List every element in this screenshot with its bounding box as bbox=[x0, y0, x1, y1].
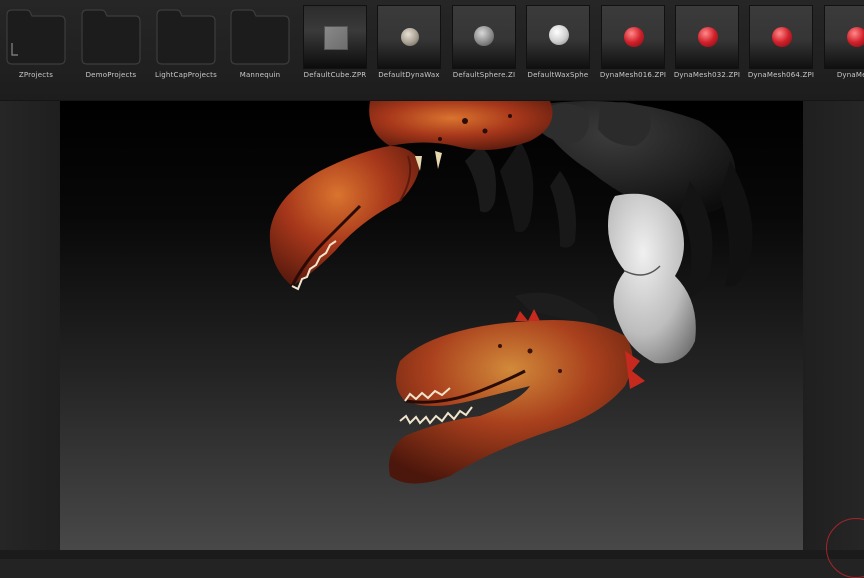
lightbox-item-label: DynaMesh064.ZPI bbox=[747, 71, 815, 79]
lightbox-item-dynamesh032[interactable]: DynaMesh032.ZPI bbox=[674, 5, 740, 85]
cube-thumbnail bbox=[303, 5, 367, 69]
folder-icon bbox=[79, 5, 143, 69]
bottom-shelf bbox=[0, 550, 864, 559]
lightbox-item-label: ZProjects bbox=[18, 71, 54, 79]
lightbox-item-demoprojects[interactable]: DemoProjects bbox=[79, 5, 143, 85]
lightbox-browser: ZProjects DemoProjects LightCapProjects … bbox=[0, 0, 864, 101]
red-sphere-thumbnail bbox=[601, 5, 665, 69]
lightbox-item-defaultdynawax[interactable]: DefaultDynaWax bbox=[377, 5, 441, 85]
sphere-thumbnail bbox=[452, 5, 516, 69]
lightbox-item-defaultsphere[interactable]: DefaultSphere.ZI bbox=[452, 5, 516, 85]
lightbox-item-lightcapprojects[interactable]: LightCapProjects bbox=[154, 5, 218, 85]
folder-icon bbox=[4, 5, 68, 69]
lobster-model bbox=[269, 101, 753, 484]
red-sphere-thumbnail bbox=[749, 5, 813, 69]
lightbox-item-label: DefaultDynaWax bbox=[378, 71, 440, 79]
lightbox-item-defaultwaxsphere[interactable]: DefaultWaxSphe bbox=[526, 5, 590, 85]
lightbox-item-dynamesh016[interactable]: DynaMesh016.ZPI bbox=[600, 5, 666, 85]
lightbox-item-label: DefaultSphere.ZI bbox=[452, 71, 516, 79]
lightbox-item-label: DynaMesh bbox=[836, 71, 864, 79]
left-tray bbox=[0, 101, 60, 559]
lightbox-item-label: DynaMesh016.ZPI bbox=[599, 71, 667, 79]
sphere-thumbnail bbox=[526, 5, 590, 69]
folder-icon bbox=[228, 5, 292, 69]
lightbox-item-dynamesh064[interactable]: DynaMesh064.ZPI bbox=[748, 5, 814, 85]
viewport-canvas[interactable] bbox=[60, 101, 803, 559]
lightbox-item-label: Mannequin bbox=[239, 71, 281, 79]
lightbox-item-label: DemoProjects bbox=[85, 71, 137, 79]
lightbox-item-defaultcube[interactable]: DefaultCube.ZPR bbox=[303, 5, 367, 85]
lightbox-item-label: DynaMesh032.ZPI bbox=[673, 71, 741, 79]
red-sphere-thumbnail bbox=[675, 5, 739, 69]
red-sphere-thumbnail bbox=[824, 5, 864, 69]
folder-icon bbox=[154, 5, 218, 69]
lightbox-item-dynamesh[interactable]: DynaMesh bbox=[824, 5, 864, 85]
lightbox-item-zprojects[interactable]: ZProjects bbox=[4, 5, 68, 85]
lightbox-item-label: DefaultWaxSphe bbox=[527, 71, 589, 79]
right-tray bbox=[803, 101, 864, 559]
lightbox-item-label: LightCapProjects bbox=[155, 71, 217, 79]
lightbox-item-label: DefaultCube.ZPR bbox=[303, 71, 367, 79]
lightbox-item-mannequin[interactable]: Mannequin bbox=[228, 5, 292, 85]
sphere-thumbnail bbox=[377, 5, 441, 69]
lower-claw bbox=[389, 309, 645, 484]
